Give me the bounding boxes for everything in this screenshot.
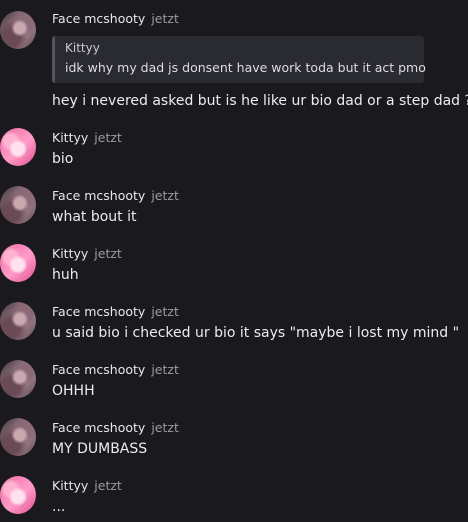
message-text: huh (52, 267, 79, 283)
message-header: Face mcshooty jetzt (52, 304, 179, 319)
reply-quote[interactable]: Kittyy idk why my dad js donsent have wo… (52, 36, 426, 83)
message-item: Kittyy jetzt huh (0, 241, 468, 296)
timestamp: jetzt (151, 362, 179, 377)
message-header: Kittyy jetzt (52, 130, 122, 145)
timestamp: jetzt (151, 11, 179, 26)
message-header: Face mcshooty jetzt (52, 362, 179, 377)
author-name[interactable]: Kittyy (52, 246, 88, 261)
message-item: Kittyy jetzt bio (0, 125, 468, 180)
message-text: u said bio i checked ur bio it says "may… (52, 325, 460, 341)
timestamp: jetzt (151, 188, 179, 203)
timestamp: jetzt (151, 304, 179, 319)
face-avatar[interactable] (0, 418, 36, 456)
message-item: Kittyy jetzt ... (0, 473, 468, 522)
face-avatar[interactable] (0, 186, 36, 224)
message-text: hey i nevered asked but is he like ur bi… (52, 93, 468, 109)
reply-text: idk why my dad js donsent have work toda… (65, 60, 426, 75)
reply-author: Kittyy (65, 41, 100, 55)
message-item: Face mcshooty jetzt Kittyy idk why my dad… (0, 0, 468, 120)
kitty-avatar[interactable] (0, 244, 36, 282)
timestamp: jetzt (94, 130, 122, 145)
author-name[interactable]: Face mcshooty (52, 188, 145, 203)
message-text: bio (52, 151, 74, 167)
message-text: what bout it (52, 209, 137, 225)
kitty-avatar[interactable] (0, 128, 36, 166)
face-avatar[interactable] (0, 360, 36, 398)
timestamp: jetzt (151, 420, 179, 435)
message-item: Face mcshooty jetzt what bout it (0, 183, 468, 238)
message-item: Face mcshooty jetzt MY DUMBASS (0, 415, 468, 470)
author-name[interactable]: Kittyy (52, 478, 88, 493)
face-avatar[interactable] (0, 11, 36, 49)
author-name[interactable]: Face mcshooty (52, 11, 145, 26)
message-header: Kittyy jetzt (52, 478, 122, 493)
timestamp: jetzt (94, 246, 122, 261)
kitty-avatar[interactable] (0, 476, 36, 514)
timestamp: jetzt (94, 478, 122, 493)
message-item: Face mcshooty jetzt OHHH (0, 357, 468, 412)
author-name[interactable]: Face mcshooty (52, 304, 145, 319)
message-text: MY DUMBASS (52, 441, 148, 457)
face-avatar[interactable] (0, 302, 36, 340)
author-name[interactable]: Face mcshooty (52, 420, 145, 435)
message-text: OHHH (52, 383, 95, 399)
message-header: Face mcshooty jetzt (52, 420, 179, 435)
author-name[interactable]: Face mcshooty (52, 362, 145, 377)
message-header: Face mcshooty jetzt (52, 188, 179, 203)
message-header: Kittyy jetzt (52, 246, 122, 261)
message-text: ... (52, 499, 66, 515)
author-name[interactable]: Kittyy (52, 130, 88, 145)
message-header: Face mcshooty jetzt (52, 11, 179, 26)
message-item: Face mcshooty jetzt u said bio i checked … (0, 299, 468, 354)
